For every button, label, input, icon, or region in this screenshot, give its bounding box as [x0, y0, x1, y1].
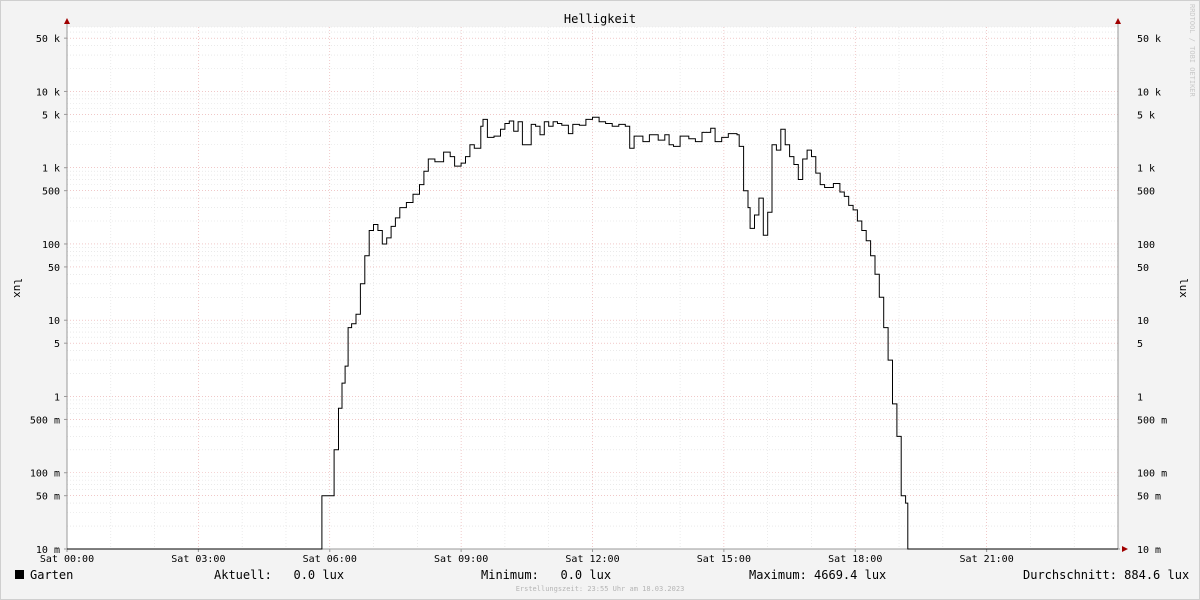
- y-tick-label-left: 10: [48, 316, 60, 327]
- y-tick-label-left: 100: [42, 240, 60, 251]
- x-tick-label: Sat 21:00: [960, 554, 1014, 565]
- x-tick-label: Sat 06:00: [303, 554, 357, 565]
- y-tick-label-left: 5: [54, 339, 60, 350]
- creation-time: Erstellungszeit: 23:55 Uhr am 18.03.2023: [515, 585, 685, 593]
- y-tick-label-right: 1: [1137, 392, 1143, 403]
- y-tick-label-right: 100: [1137, 240, 1155, 251]
- y-tick-label-left: 5 k: [42, 110, 60, 121]
- y-axis-arrow-left: [64, 18, 70, 24]
- chart-title: Helligkeit: [564, 12, 636, 26]
- brightness-chart: 10 m 10 m50 m 50 m100 m 100 m500 m 500 m1 15 5…: [11, 12, 1190, 565]
- y-tick-label-right: 50 m: [1137, 492, 1161, 503]
- y-tick-label-right: 500 m: [1137, 415, 1167, 426]
- legend-swatch-garten: [15, 570, 24, 579]
- legend-series-name: Garten: [30, 568, 74, 582]
- y-axis-label-right: lux: [1177, 278, 1190, 298]
- y-tick-label-left: 500: [42, 187, 60, 198]
- legend-average: Durchschnitt: 884.6 lux: [1023, 568, 1190, 582]
- y-tick-label-left: 1: [54, 392, 60, 403]
- legend-current: Aktuell: 0.0 lux: [214, 568, 345, 582]
- y-tick-label-left: 50: [48, 263, 60, 274]
- rrdtool-credit: RRDTOOL / TOBI OETIKER: [1188, 4, 1196, 97]
- y-tick-label-left: 10 k: [36, 87, 60, 98]
- y-tick-label-right: 50: [1137, 263, 1149, 274]
- x-tick-label: Sat 03:00: [171, 554, 225, 565]
- x-tick-label: Sat 15:00: [697, 554, 751, 565]
- y-tick-label-left: 50 k: [36, 34, 60, 45]
- y-tick-label-right: 5: [1137, 339, 1143, 350]
- y-axis-arrow-right: [1115, 18, 1121, 24]
- x-tick-label: Sat 12:00: [565, 554, 619, 565]
- legend-minimum: Minimum: 0.0 lux: [481, 568, 612, 582]
- legend-maximum: Maximum: 4669.4 lux: [749, 568, 887, 582]
- y-tick-label-right: 50 k: [1137, 34, 1161, 45]
- y-tick-label-right: 500: [1137, 187, 1155, 198]
- y-tick-label-left: 1 k: [42, 164, 60, 175]
- y-tick-label-right: 10 k: [1137, 87, 1161, 98]
- y-tick-label-right: 5 k: [1137, 110, 1155, 121]
- x-axis-arrow: [1122, 546, 1128, 552]
- x-tick-label: Sat 09:00: [434, 554, 488, 565]
- y-tick-label-left: 100 m: [30, 469, 60, 480]
- y-tick-label-right: 1 k: [1137, 164, 1155, 175]
- y-tick-label-right: 100 m: [1137, 469, 1167, 480]
- y-tick-label-left: 500 m: [30, 415, 60, 426]
- y-tick-label-left: 50 m: [36, 492, 60, 503]
- y-axis-label-left: lux: [11, 278, 24, 298]
- y-tick-label-right: 10 m: [1137, 545, 1161, 556]
- x-tick-label: Sat 00:00: [40, 554, 94, 565]
- y-tick-label-right: 10: [1137, 316, 1149, 327]
- x-tick-label: Sat 18:00: [828, 554, 882, 565]
